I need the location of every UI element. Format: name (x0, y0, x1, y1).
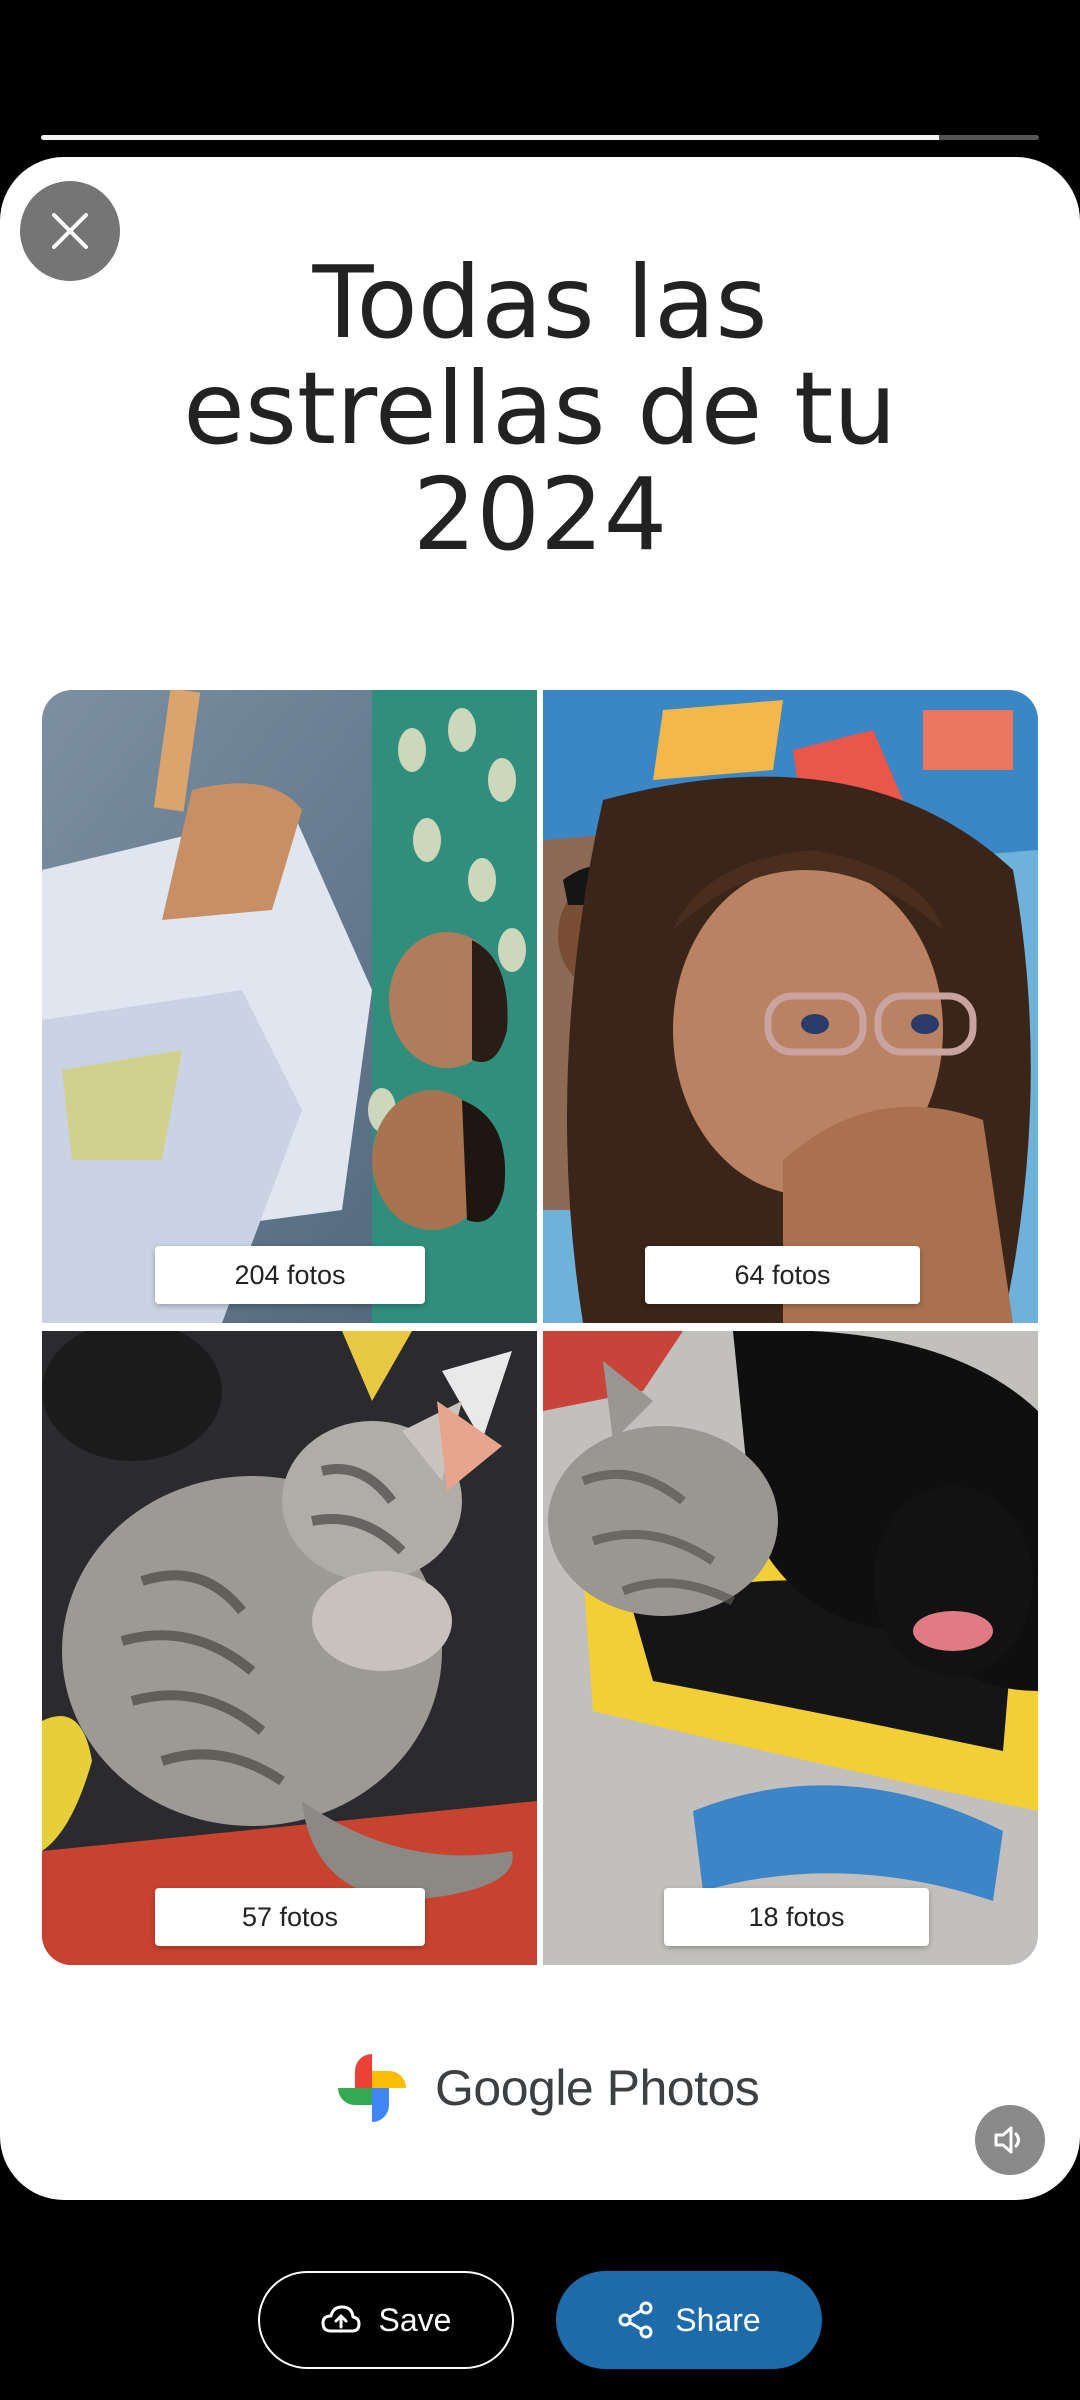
photo-tile-2[interactable]: 64 fotos (543, 690, 1038, 1323)
brand-name: Google Photos (435, 2059, 760, 2117)
photo-tile-3[interactable]: 57 fotos (42, 1331, 537, 1965)
save-label: Save (378, 2301, 452, 2338)
share-button[interactable]: Share (556, 2271, 822, 2369)
photo-grid: 204 fotos 64 fotos 57 fotos 18 fotos (42, 690, 1038, 1965)
close-icon (52, 213, 88, 249)
photo-count-label: 64 fotos (645, 1246, 920, 1304)
title-line-2: estrellas de tu (183, 350, 897, 467)
title-line-3: 2024 (412, 456, 668, 573)
photo-count-label: 18 fotos (664, 1888, 929, 1946)
volume-icon (994, 2126, 1020, 2154)
story-progress-bar (41, 135, 1039, 140)
story-title: Todas las estrellas de tu 2024 (80, 250, 1000, 568)
photo-tile-1[interactable]: 204 fotos (42, 690, 537, 1323)
sound-toggle-button[interactable] (975, 2105, 1045, 2175)
pinwheel-logo (338, 2054, 406, 2122)
photo-girl-curly-hair-glasses (543, 690, 1038, 1323)
photo-kitten-and-black-dog (543, 1331, 1038, 1965)
story-progress-fill (41, 135, 940, 140)
google-photos-brand: Google Photos (335, 2048, 760, 2128)
share-icon (618, 2301, 653, 2339)
brand-word-photos: Photos (606, 2060, 760, 2116)
photo-count-label: 57 fotos (155, 1888, 425, 1946)
photo-tile-4[interactable]: 18 fotos (543, 1331, 1038, 1965)
cloud-upload-icon (321, 2305, 361, 2333)
brand-word-google: Google (435, 2060, 594, 2116)
photo-tabby-kitten-sleeping (42, 1331, 537, 1965)
photo-count-label: 204 fotos (155, 1246, 425, 1304)
share-label: Share (675, 2301, 761, 2338)
photo-two-boys-selfie (42, 690, 537, 1323)
title-line-1: Todas las (312, 244, 768, 361)
save-button[interactable]: Save (258, 2271, 514, 2369)
